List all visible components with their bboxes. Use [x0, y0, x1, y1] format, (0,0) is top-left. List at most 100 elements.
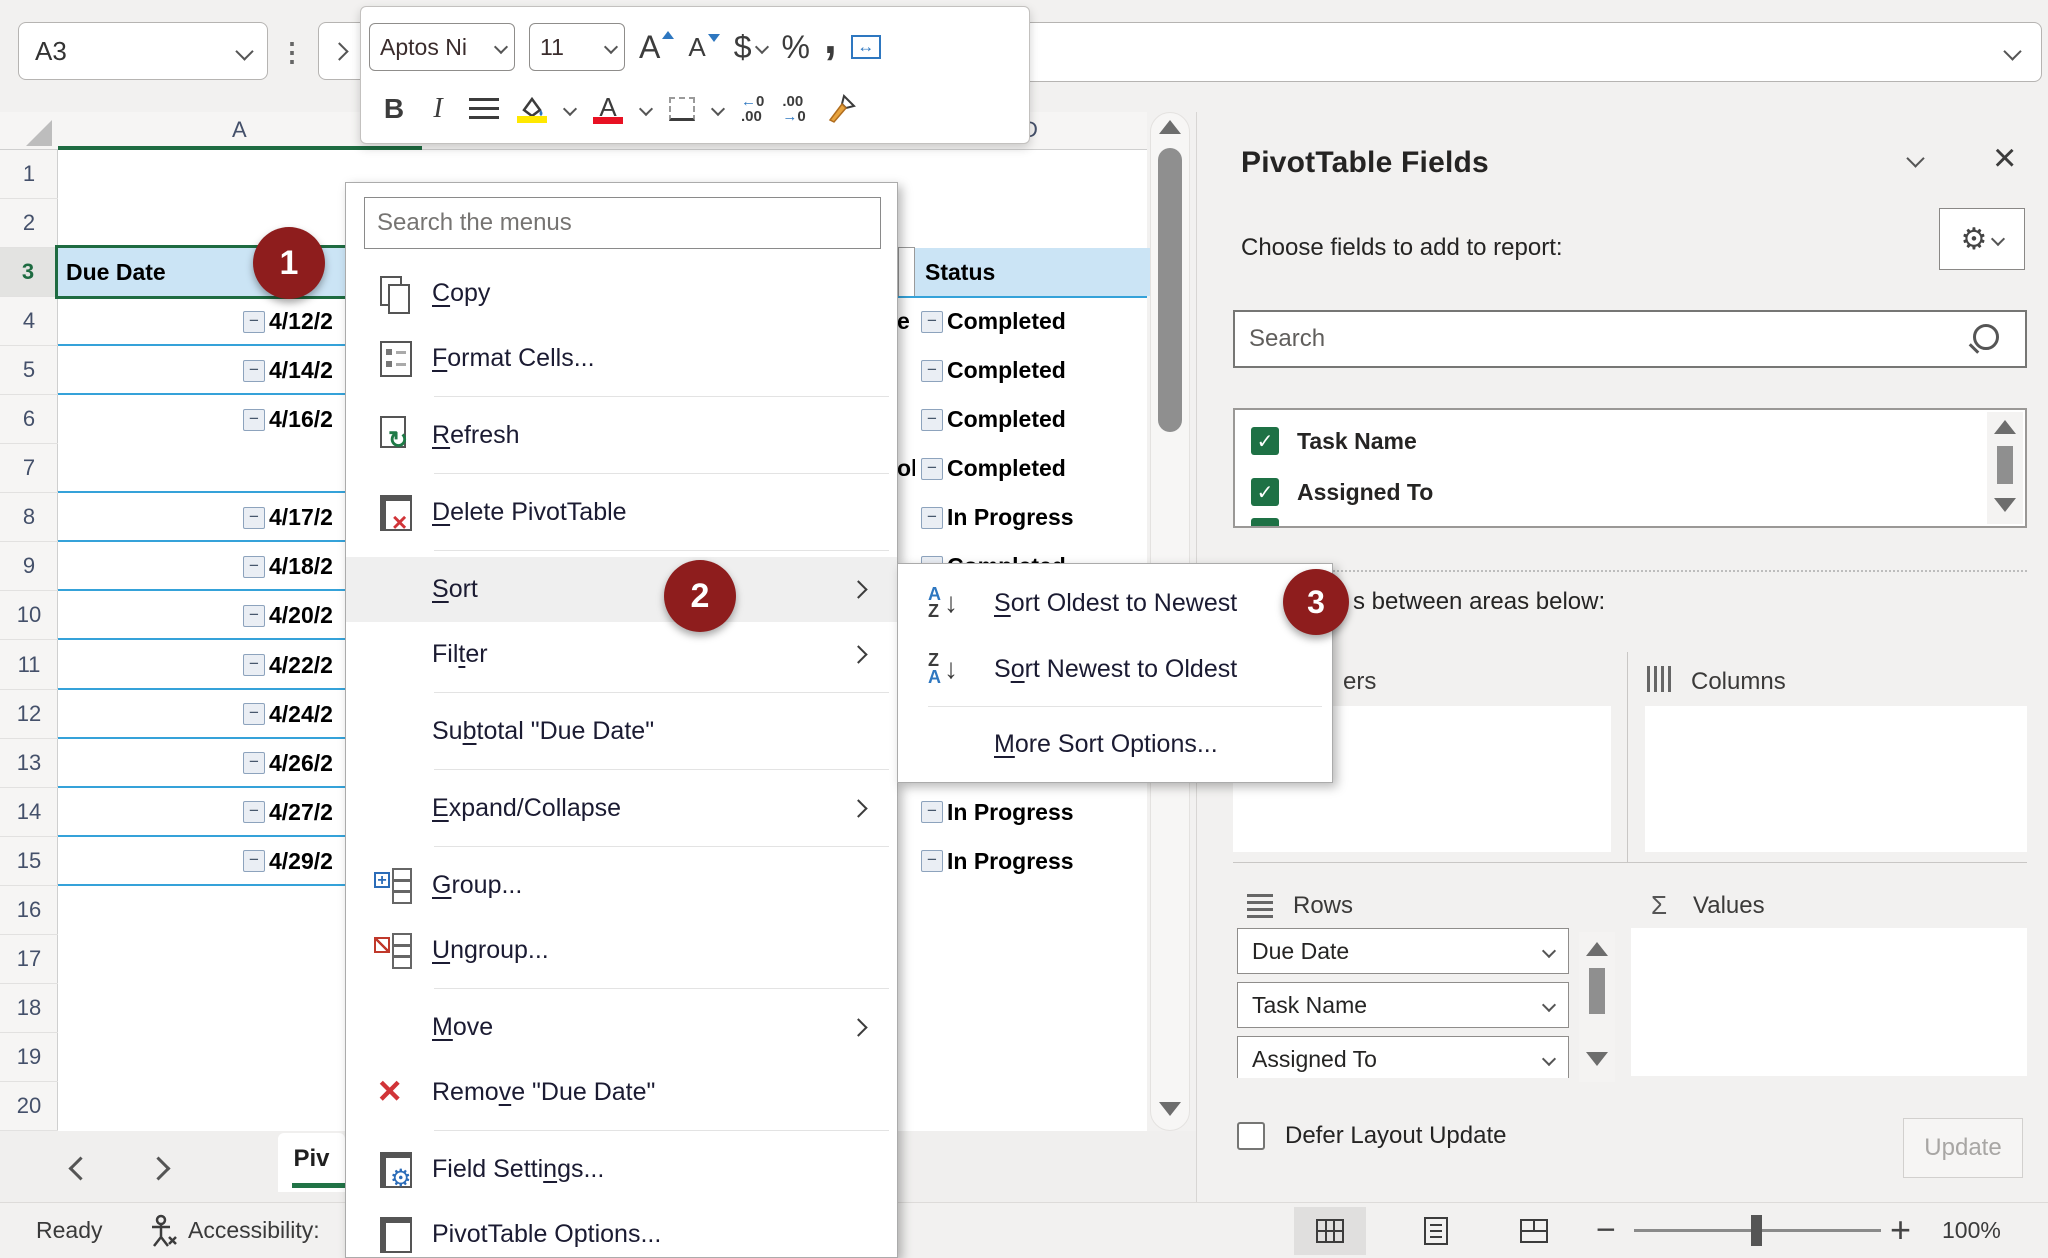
row-header-5[interactable]: 5	[0, 346, 58, 395]
pivot-status-cell[interactable]: −In Progress	[915, 788, 1147, 837]
collapse-icon[interactable]: −	[243, 605, 265, 627]
row-header-7[interactable]: 7	[0, 444, 58, 493]
row-header-12[interactable]: 12	[0, 690, 58, 739]
defer-layout-checkbox[interactable]	[1237, 1122, 1265, 1150]
collapse-icon[interactable]: −	[243, 360, 265, 382]
collapse-icon[interactable]: −	[921, 801, 943, 823]
font-name-select[interactable]: Aptos Ni	[369, 23, 515, 71]
select-all-icon[interactable]	[26, 120, 52, 146]
chevron-down-icon[interactable]	[639, 102, 653, 116]
row-field-due-date[interactable]: Due Date	[1237, 928, 1569, 974]
row-field-task-name[interactable]: Task Name	[1237, 982, 1569, 1028]
collapse-icon[interactable]: −	[243, 507, 265, 529]
row-header-17[interactable]: 17	[0, 935, 58, 984]
columns-drop-area[interactable]	[1645, 706, 2027, 852]
pivot-status-cell[interactable]: −Completed	[915, 444, 1147, 493]
chevron-down-icon[interactable]	[1542, 1052, 1556, 1066]
normal-view-icon[interactable]	[1316, 1219, 1344, 1243]
row-header-13[interactable]: 13	[0, 739, 58, 788]
row-header-18[interactable]: 18	[0, 984, 58, 1033]
collapse-icon[interactable]: −	[921, 458, 943, 480]
collapse-icon[interactable]: −	[921, 507, 943, 529]
accessibility-icon[interactable]	[148, 1213, 178, 1249]
row-header-2[interactable]: 2	[0, 199, 58, 248]
row-header-3[interactable]: 3	[0, 248, 58, 297]
collapse-icon[interactable]: −	[243, 409, 265, 431]
row-header-8[interactable]: 8	[0, 493, 58, 542]
submenu-item-sort-oldest-to-newest[interactable]: AZ↓ Sort Oldest to Newest	[898, 570, 1332, 636]
row-header-1[interactable]: 1	[0, 150, 58, 199]
rows-area-scrollbar[interactable]	[1579, 932, 1615, 1082]
clipped-cell-fragment[interactable]: ol	[897, 444, 915, 493]
collapse-icon[interactable]: −	[243, 850, 265, 872]
update-button[interactable]: Update	[1903, 1118, 2023, 1178]
column-header-a[interactable]: A	[232, 117, 247, 143]
decrease-font-size-button[interactable]: A	[688, 34, 719, 60]
collapse-icon[interactable]: −	[243, 703, 265, 725]
fields-list[interactable]: ✓ Task Name ✓ Assigned To	[1233, 408, 2027, 528]
collapse-icon[interactable]: −	[921, 850, 943, 872]
menu-item-delete-pivottable[interactable]: × Delete PivotTable	[346, 480, 897, 545]
percent-format-button[interactable]: %	[781, 29, 809, 66]
submenu-item-more-sort-options[interactable]: More Sort Options...	[898, 711, 1332, 777]
zoom-out-button[interactable]: −	[1596, 1211, 1616, 1250]
chevron-down-icon[interactable]	[1542, 944, 1556, 958]
menu-item-sort[interactable]: Sort	[346, 557, 897, 622]
row-header-16[interactable]: 16	[0, 886, 58, 935]
collapse-icon[interactable]: −	[243, 752, 265, 774]
row-header-6[interactable]: 6	[0, 395, 58, 444]
pivot-status-cell[interactable]: −Completed	[915, 346, 1147, 395]
menu-item-group[interactable]: + Group...	[346, 853, 897, 918]
decrease-decimal-button[interactable]: ←0.00	[741, 94, 764, 124]
fields-search-input[interactable]	[1233, 310, 2027, 368]
field-item-task-name[interactable]: ✓ Task Name	[1235, 410, 2025, 461]
collapse-icon[interactable]: −	[243, 556, 265, 578]
menu-search-input[interactable]	[364, 197, 881, 249]
chevron-down-icon[interactable]	[711, 102, 725, 116]
collapse-icon[interactable]: −	[243, 801, 265, 823]
font-color-button[interactable]: A	[593, 95, 623, 124]
close-icon[interactable]: ×	[1993, 138, 2016, 178]
row-header-15[interactable]: 15	[0, 837, 58, 886]
scroll-up-icon[interactable]	[1994, 420, 2016, 434]
align-icon[interactable]	[469, 98, 499, 120]
collapse-icon[interactable]: −	[243, 654, 265, 676]
increase-font-size-button[interactable]: A	[639, 31, 674, 63]
scroll-up-icon[interactable]	[1586, 942, 1608, 956]
pivot-status-cell[interactable]: −Completed	[915, 395, 1147, 444]
chevron-down-icon[interactable]	[1542, 998, 1556, 1012]
fields-options-button[interactable]: ⚙	[1939, 208, 2025, 270]
scroll-up-icon[interactable]	[1159, 120, 1181, 134]
row-header-10[interactable]: 10	[0, 591, 58, 640]
zoom-in-button[interactable]: +	[1890, 1209, 1911, 1251]
zoom-level[interactable]: 100%	[1942, 1217, 2001, 1244]
scrollbar-thumb[interactable]	[1589, 968, 1605, 1014]
scroll-down-icon[interactable]	[1994, 498, 2016, 512]
pivot-status-cell[interactable]: −Completed	[915, 297, 1147, 346]
row-header-20[interactable]: 20	[0, 1082, 58, 1131]
chevron-down-icon[interactable]	[235, 42, 253, 60]
menu-item-expand-collapse[interactable]: Expand/Collapse	[346, 776, 897, 841]
menu-item-copy[interactable]: Copy	[346, 261, 897, 326]
chevron-down-icon[interactable]	[563, 102, 577, 116]
row-header-4[interactable]: 4	[0, 297, 58, 346]
menu-item-subtotal-due-date[interactable]: Subtotal "Due Date"	[346, 699, 897, 764]
submenu-item-sort-newest-to-oldest[interactable]: ZA↓ Sort Newest to Oldest	[898, 636, 1332, 702]
menu-item-pivottable-options[interactable]: PivotTable Options...	[346, 1202, 897, 1258]
borders-button[interactable]	[669, 97, 695, 121]
comma-format-button[interactable]: ,	[824, 27, 837, 67]
menu-item-filter[interactable]: Filter	[346, 622, 897, 687]
page-break-view-icon[interactable]	[1520, 1219, 1548, 1243]
row-header-11[interactable]: 11	[0, 641, 58, 690]
scroll-down-icon[interactable]	[1159, 1102, 1181, 1116]
formula-bar-expand-icon[interactable]	[2003, 42, 2021, 60]
clipped-cell-fragment[interactable]: e	[897, 297, 915, 346]
row-field-assigned-to[interactable]: Assigned To	[1237, 1036, 1569, 1078]
row-header-9[interactable]: 9	[0, 542, 58, 591]
page-layout-view-icon[interactable]	[1424, 1217, 1448, 1245]
collapse-icon[interactable]: −	[243, 311, 265, 333]
format-painter-icon[interactable]	[824, 92, 858, 126]
toolbar-grip-icon[interactable]: ⋮	[288, 28, 296, 76]
increase-decimal-button[interactable]: .00→0	[782, 94, 805, 124]
scrollbar-thumb[interactable]	[1997, 446, 2013, 484]
